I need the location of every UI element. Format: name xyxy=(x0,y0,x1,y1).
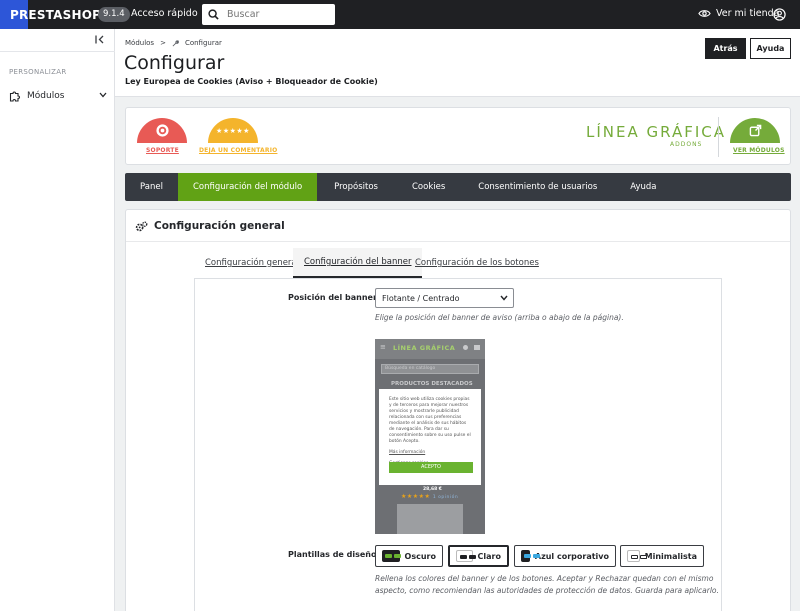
template-dark-button[interactable]: Oscuro xyxy=(375,545,443,567)
linea-grafica-logo: LÍNEA GRÁFICA xyxy=(586,123,726,141)
templates-label: Plantillas de diseño xyxy=(288,550,377,559)
preview-links: Más información xyxy=(389,445,473,456)
support-dome[interactable] xyxy=(137,118,187,143)
subtab-banner[interactable]: Configuración del banner xyxy=(293,248,423,278)
preview-cookie-text: Este sitio web utiliza cookies propias y… xyxy=(389,397,471,444)
puzzle-icon xyxy=(9,91,21,102)
help-button[interactable]: Ayuda xyxy=(750,38,791,59)
tab-help[interactable]: Ayuda xyxy=(613,173,673,201)
quick-access-label: Acceso rápido xyxy=(131,8,198,19)
stars-icon: ★★★★★ xyxy=(216,126,250,135)
external-link-icon xyxy=(749,124,761,137)
panel-heading: Configuración general xyxy=(135,220,285,232)
preview-logo: LÍNEA GRÁFICA xyxy=(393,344,456,352)
sidebar-item-label: Módulos xyxy=(27,91,65,101)
view-modules-link[interactable]: VER MÓDULOS xyxy=(733,147,785,154)
collapse-sidebar-icon[interactable] xyxy=(95,35,105,44)
eye-icon xyxy=(698,10,711,17)
dark-swatch-icon xyxy=(382,550,401,562)
panel-divider xyxy=(126,241,790,242)
template-corporate-blue-label: Azul corporativo xyxy=(534,551,609,561)
lifebuoy-icon xyxy=(155,124,169,137)
preview-accept-button: ACEPTO xyxy=(389,462,473,473)
prestashop-logo[interactable]: PRESTASHOP xyxy=(0,0,101,29)
subtab-buttons[interactable]: Configuración de los botones xyxy=(415,248,539,278)
preview-cookie-modal: Este sitio web utiliza cookies propias y… xyxy=(379,389,481,485)
linea-grafica-addons: ADDONS xyxy=(670,141,703,148)
sidebar-item-modules[interactable]: Módulos xyxy=(9,90,107,102)
search-box[interactable] xyxy=(202,4,335,25)
tab-purposes[interactable]: Propósitos xyxy=(317,173,395,201)
user-account-icon[interactable] xyxy=(773,8,786,21)
tab-user-consent[interactable]: Consentimiento de usuarios xyxy=(462,173,613,201)
position-label: Posición del banner xyxy=(288,293,377,302)
version-badge: 9.1.4 xyxy=(98,7,130,22)
logo-text: PRESTASHOP xyxy=(10,7,102,22)
preview-header: ≡ LÍNEA GRÁFICA xyxy=(375,339,485,359)
sidebar: PERSONALIZAR Módulos xyxy=(0,29,115,611)
search-icon xyxy=(208,9,219,20)
template-light-button[interactable]: Claro xyxy=(448,545,509,567)
position-help: Elige la posición del banner de aviso (a… xyxy=(375,313,624,322)
preview-reviews: 1 opinión xyxy=(432,495,459,500)
template-light-label: Claro xyxy=(477,551,501,561)
position-select[interactable]: Flotante / Centrado xyxy=(375,288,514,308)
panel-title: Configuración general xyxy=(154,220,285,232)
template-minimal-button[interactable]: Minimalista xyxy=(620,545,704,567)
wrench-icon xyxy=(172,39,179,46)
preview-heading: PRODUCTOS DESTACADOS xyxy=(391,381,473,387)
tab-module-config[interactable]: Configuración del módulo xyxy=(177,173,318,201)
top-bar: PRESTASHOP 9.1.4 Acceso rápido Ver mi ti… xyxy=(0,0,800,29)
preview-cart-icon xyxy=(474,345,480,350)
position-select-value: Flotante / Centrado xyxy=(382,293,460,303)
light-swatch-icon xyxy=(456,550,476,562)
sidebar-divider xyxy=(0,51,115,52)
page-header: Módulos > Configurar Configurar Ley Euro… xyxy=(115,29,800,97)
preview-more-info: Más información xyxy=(389,450,426,455)
minimal-swatch-icon xyxy=(627,550,647,562)
tab-panel[interactable]: Panel xyxy=(125,173,178,201)
breadcrumb: Módulos > Configurar xyxy=(125,39,222,47)
preview-stars: ★★★★★ 1 opinión xyxy=(401,493,458,500)
review-dome[interactable]: ★★★★★ xyxy=(208,118,258,143)
blue-swatch-icon xyxy=(521,550,540,562)
tab-cookies[interactable]: Cookies xyxy=(395,173,462,201)
preview-menu-icon: ≡ xyxy=(380,343,386,351)
breadcrumb-modules[interactable]: Módulos xyxy=(125,39,154,47)
sidebar-section-label: PERSONALIZAR xyxy=(9,68,67,76)
promo-divider xyxy=(718,117,719,157)
view-store-link[interactable]: Ver mi tienda xyxy=(698,8,780,19)
modules-dome[interactable] xyxy=(730,118,780,143)
template-dark-label: Oscuro xyxy=(404,551,436,561)
templates-help: Rellena los colores del banner y de los … xyxy=(375,574,719,595)
back-button[interactable]: Atrás xyxy=(705,38,746,59)
chevron-down-icon xyxy=(500,295,508,301)
template-minimal-label: Minimalista xyxy=(644,551,697,561)
breadcrumb-current: Configurar xyxy=(184,39,222,47)
quick-access-dropdown[interactable]: Acceso rápido xyxy=(131,8,210,19)
preview-product-image xyxy=(397,504,463,534)
preview-user-icon xyxy=(463,345,468,350)
preview-search: Búsqueda en catálogo xyxy=(381,364,479,374)
page-title: Configurar xyxy=(124,52,225,74)
module-nav: Panel Configuración del módulo Propósito… xyxy=(125,173,791,201)
template-corporate-blue-button[interactable]: Azul corporativo xyxy=(514,545,616,567)
page-subtitle: Ley Europea de Cookies (Aviso + Bloquead… xyxy=(125,77,378,86)
addon-promo-card: SOPORTE ★★★★★ DEJA UN COMENTARIO LÍNEA G… xyxy=(125,107,791,165)
support-link[interactable]: SOPORTE xyxy=(146,147,179,154)
cogs-icon xyxy=(135,221,148,231)
view-store-label: Ver mi tienda xyxy=(716,8,780,19)
search-input[interactable] xyxy=(227,9,322,20)
banner-preview: ≡ LÍNEA GRÁFICA Búsqueda en catálogo PRO… xyxy=(375,339,485,534)
chevron-down-icon xyxy=(99,92,107,98)
config-subtabs: Configuración general Configuración del … xyxy=(194,248,722,278)
preview-price: 28,68 € xyxy=(423,487,442,492)
breadcrumb-separator: > xyxy=(160,39,166,47)
subtab-general[interactable]: Configuración general xyxy=(205,248,299,278)
preview-stars-glyph: ★★★★★ xyxy=(401,493,431,500)
review-link[interactable]: DEJA UN COMENTARIO xyxy=(199,147,277,154)
